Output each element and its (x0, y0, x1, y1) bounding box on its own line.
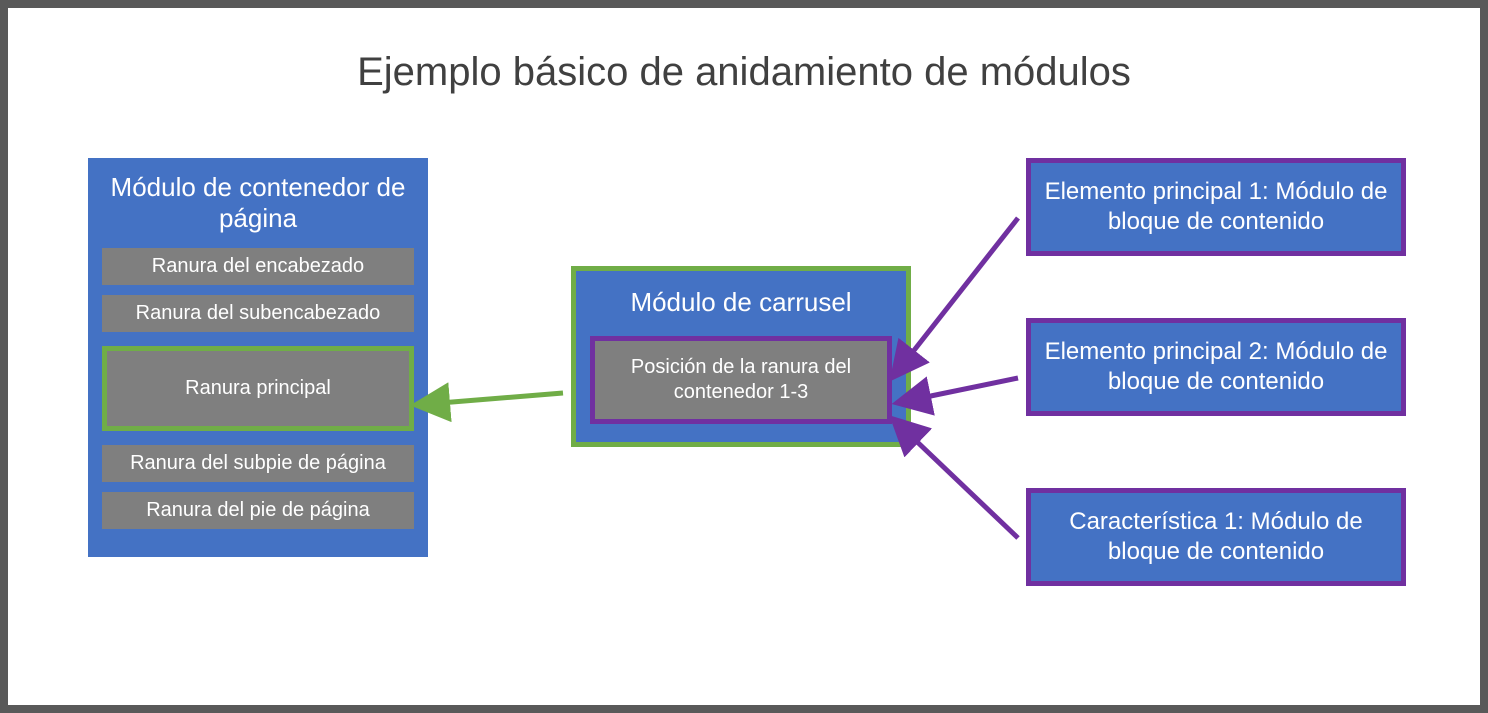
slot-header: Ranura del encabezado (102, 248, 414, 285)
content-block-2: Elemento principal 2: Módulo de bloque d… (1026, 318, 1406, 416)
slot-subheader: Ranura del subencabezado (102, 295, 414, 332)
slot-subfooter: Ranura del subpie de página (102, 445, 414, 482)
slot-footer: Ranura del pie de página (102, 492, 414, 529)
arrow-cb3-to-carousel (911, 436, 1018, 538)
arrow-carousel-to-main (440, 393, 563, 403)
content-block-3: Característica 1: Módulo de bloque de co… (1026, 488, 1406, 586)
page-container-title: Módulo de contenedor de página (102, 172, 414, 234)
slot-main: Ranura principal (102, 346, 414, 431)
diagram-title: Ejemplo básico de anidamiento de módulos (8, 50, 1480, 95)
diagram-frame: Ejemplo básico de anidamiento de módulos… (0, 0, 1488, 713)
carousel-title: Módulo de carrusel (590, 287, 892, 318)
arrow-cb1-to-carousel (908, 218, 1018, 358)
page-container-module: Módulo de contenedor de página Ranura de… (88, 158, 428, 557)
arrow-cb2-to-carousel (921, 378, 1018, 398)
carousel-module: Módulo de carrusel Posición de la ranura… (571, 266, 911, 447)
carousel-slot: Posición de la ranura del contenedor 1-3 (590, 336, 892, 424)
content-block-1: Elemento principal 1: Módulo de bloque d… (1026, 158, 1406, 256)
